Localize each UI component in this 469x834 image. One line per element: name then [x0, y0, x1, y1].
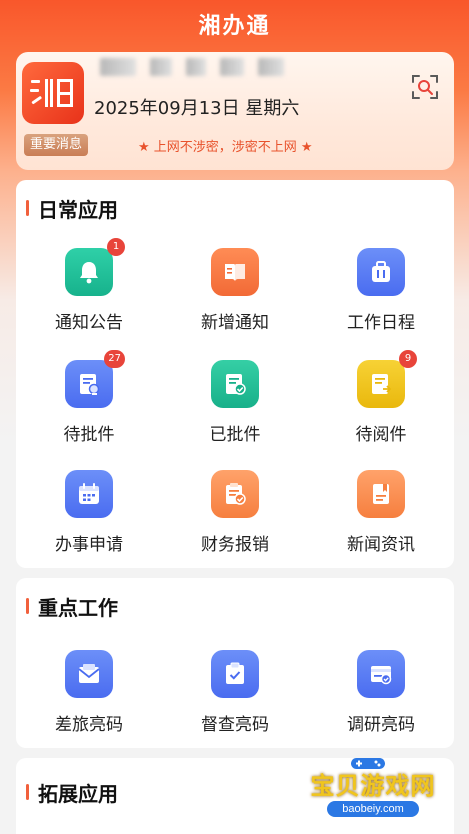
app-item-application[interactable]: 办事申请	[16, 470, 162, 555]
app-item-finance[interactable]: 财务报销	[162, 470, 308, 555]
blurred-user-name	[100, 58, 284, 76]
research-card-icon	[357, 650, 405, 698]
app-label: 通知公告	[55, 313, 123, 333]
security-slogan: ★ 上网不涉密，涉密不上网 ★	[138, 140, 313, 155]
app-label: 办事申请	[55, 535, 123, 555]
news-icon	[357, 470, 405, 518]
app-item-new-notice[interactable]: 新增通知	[162, 248, 308, 333]
scan-icon	[412, 75, 438, 99]
app-item-schedule[interactable]: 工作日程	[308, 248, 454, 333]
site-watermark-logo: 宝贝游戏网 baobeiy.com	[298, 758, 448, 817]
notice-book-icon	[211, 248, 259, 296]
unread-badge: 9	[399, 350, 417, 368]
important-message-badge[interactable]: 重要消息	[24, 134, 89, 156]
app-item-research-code[interactable]: 调研亮码	[308, 650, 454, 735]
pending-approval-icon: 27	[65, 350, 125, 408]
app-logo	[22, 62, 84, 124]
section-accent-bar	[26, 200, 29, 216]
key-work-section: 重点工作 差旅亮码 督查亮码 调研亮码	[16, 578, 454, 748]
app-label: 工作日程	[347, 313, 415, 333]
daily-apps-section: 日常应用 1 通知公告 新增通知 工作日程 27 待批件 已批件 9 待阅件 办…	[16, 180, 454, 568]
app-item-notice[interactable]: 1 通知公告	[16, 238, 162, 333]
app-label: 待批件	[63, 425, 115, 445]
finance-doc-icon	[211, 470, 259, 518]
app-label: 待阅件	[355, 425, 407, 445]
section-title-extended: 拓展应用	[38, 782, 118, 806]
section-title-daily: 日常应用	[38, 198, 118, 222]
calendar-icon	[65, 470, 113, 518]
gamepad-icon	[351, 758, 385, 769]
envelope-icon	[65, 650, 113, 698]
logo-icon	[30, 79, 73, 107]
app-item-approved[interactable]: 已批件	[162, 360, 308, 445]
user-header-card: 2025年09月13日 星期六 重要消息 ★ 上网不涉密，涉密不上网 ★	[16, 52, 454, 170]
section-accent-bar	[26, 784, 29, 800]
section-title-key-work: 重点工作	[38, 596, 118, 620]
app-label: 已批件	[209, 425, 261, 445]
app-item-inspection-code[interactable]: 督查亮码	[162, 650, 308, 735]
app-item-to-read[interactable]: 9 待阅件	[308, 350, 454, 445]
unread-badge: 1	[107, 238, 125, 256]
scan-button[interactable]	[410, 72, 440, 102]
app-item-pending-approval[interactable]: 27 待批件	[16, 350, 162, 445]
approved-doc-icon	[211, 360, 259, 408]
app-item-travel-code[interactable]: 差旅亮码	[16, 650, 162, 735]
app-label: 新增通知	[201, 313, 269, 333]
app-label: 新闻资讯	[347, 535, 415, 555]
clipboard-check-icon	[211, 650, 259, 698]
app-label: 财务报销	[201, 535, 269, 555]
unread-badge: 27	[104, 350, 125, 368]
app-label: 督查亮码	[201, 715, 269, 735]
bell-icon: 1	[65, 238, 125, 296]
briefcase-icon	[357, 248, 405, 296]
app-label: 差旅亮码	[55, 715, 123, 735]
section-accent-bar	[26, 598, 29, 614]
app-item-news[interactable]: 新闻资讯	[308, 470, 454, 555]
app-label: 调研亮码	[347, 715, 415, 735]
current-date: 2025年09月13日 星期六	[94, 98, 300, 119]
app-title: 湘办通	[198, 14, 271, 39]
to-read-doc-icon: 9	[357, 350, 417, 408]
site-name-cn: 宝贝游戏网	[310, 772, 436, 800]
site-domain: baobeiy.com	[327, 801, 419, 817]
